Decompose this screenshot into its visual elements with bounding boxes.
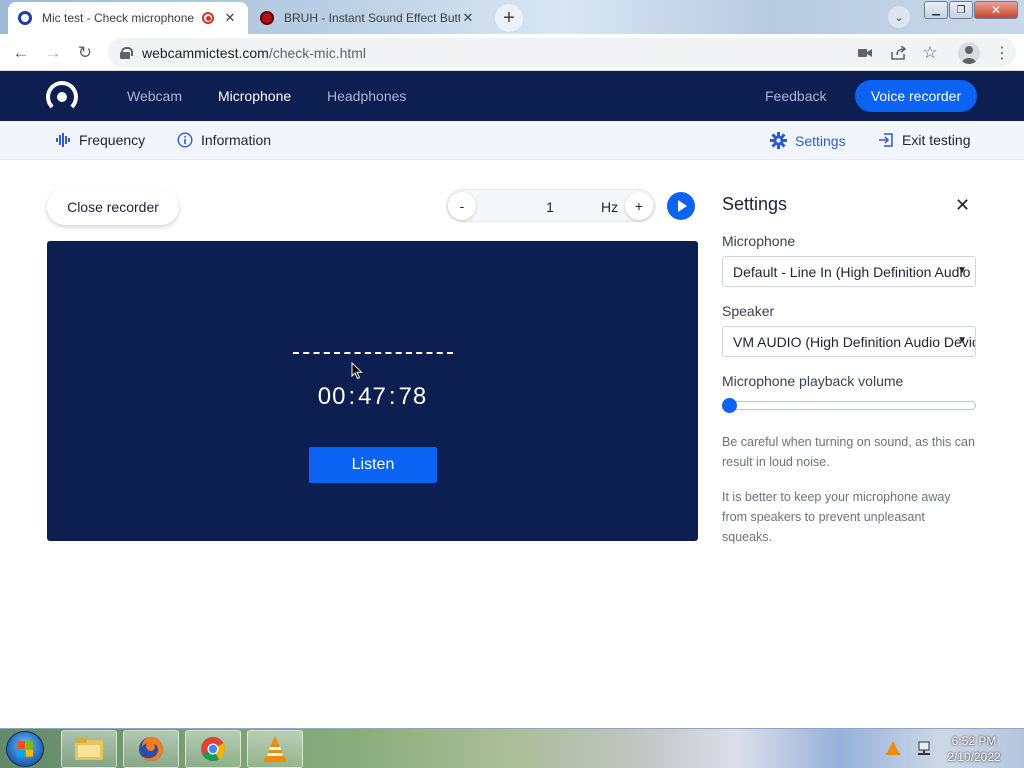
new-tab-button[interactable]: + bbox=[495, 4, 523, 32]
frequency-control: - 1 Hz + bbox=[446, 189, 656, 222]
share-icon[interactable] bbox=[889, 44, 907, 62]
url-host: webcammictest.com bbox=[142, 44, 269, 61]
chrome-icon[interactable] bbox=[185, 730, 241, 768]
site-favicon-icon bbox=[260, 11, 274, 25]
vlc-icon[interactable] bbox=[247, 730, 303, 768]
microphone-label: Microphone bbox=[722, 233, 796, 249]
settings-title: Settings bbox=[722, 194, 788, 214]
play-icon[interactable] bbox=[667, 192, 695, 220]
firefox-icon[interactable] bbox=[123, 730, 179, 768]
information-label: Information bbox=[201, 132, 272, 148]
url-path: /check-mic.html bbox=[268, 44, 367, 61]
gear-icon bbox=[770, 132, 787, 149]
nav-headphones[interactable]: Headphones bbox=[327, 88, 406, 104]
listen-button[interactable]: Listen bbox=[309, 447, 437, 483]
tab-bruh[interactable]: BRUH - Instant Sound Effect Button ✕ bbox=[250, 2, 486, 34]
exit-testing-label: Exit testing bbox=[902, 132, 971, 148]
back-button[interactable]: ← bbox=[10, 42, 32, 64]
nav-webcam[interactable]: Webcam bbox=[127, 88, 182, 104]
feedback-link[interactable]: Feedback bbox=[765, 88, 826, 104]
exit-testing-tab[interactable]: Exit testing bbox=[878, 132, 970, 148]
restore-button[interactable]: ❐ bbox=[949, 1, 973, 19]
bookmark-star-icon[interactable]: ☆ bbox=[921, 43, 939, 62]
minimize-button[interactable]: ▁ bbox=[924, 1, 948, 19]
sub-navigation: Frequency Information Settings Exit test… bbox=[0, 121, 1024, 160]
file-explorer-icon[interactable] bbox=[61, 730, 117, 768]
address-bar[interactable]: webcammictest.com/check-mic.html bbox=[108, 38, 1016, 67]
taskbar-clock[interactable]: 6:52 PM 2/10/2022 bbox=[944, 733, 1004, 765]
close-recorder-button[interactable]: Close recorder bbox=[47, 189, 179, 225]
recording-timer: 00:47:78 bbox=[47, 383, 698, 411]
nav-microphone[interactable]: Microphone bbox=[218, 88, 291, 104]
frequency-decrease-button[interactable]: - bbox=[448, 192, 476, 220]
speaker-select-value: VM AUDIO (High Definition Audio Device) bbox=[733, 333, 976, 350]
frequency-label: Frequency bbox=[79, 132, 146, 148]
browser-menu-icon[interactable]: ⋮ bbox=[994, 42, 1010, 64]
site-header: Webcam Microphone Headphones Feedback Vo… bbox=[0, 71, 1024, 121]
settings-close-icon[interactable]: ✕ bbox=[955, 195, 970, 216]
speaker-select[interactable]: VM AUDIO (High Definition Audio Device) … bbox=[722, 326, 976, 357]
chevron-down-icon: ▼ bbox=[957, 335, 967, 346]
clock-time: 6:52 PM bbox=[951, 734, 997, 748]
tab-close-icon[interactable]: ✕ bbox=[460, 10, 476, 26]
squeak-warning-note: It is better to keep your microphone awa… bbox=[722, 490, 951, 544]
profile-avatar[interactable] bbox=[958, 42, 980, 64]
reload-button[interactable]: ↻ bbox=[74, 42, 96, 64]
settings-label: Settings bbox=[795, 132, 846, 149]
sound-warning-note: Be careful when turning on sound, as thi… bbox=[722, 435, 975, 469]
recording-indicator-icon bbox=[202, 12, 214, 24]
site-favicon-icon bbox=[18, 11, 32, 25]
camera-icon[interactable] bbox=[856, 44, 874, 62]
timer-seconds: 47 bbox=[358, 383, 387, 410]
tab-search-button[interactable]: ⌄ bbox=[888, 6, 910, 28]
clock-date: 2/10/2022 bbox=[947, 750, 1001, 764]
timer-minutes: 00 bbox=[317, 383, 347, 410]
information-tab[interactable]: Information bbox=[177, 132, 271, 148]
exit-icon bbox=[878, 132, 894, 148]
network-icon[interactable] bbox=[916, 741, 932, 761]
voice-recorder-button[interactable]: Voice recorder bbox=[855, 80, 977, 112]
timer-separator: : bbox=[388, 383, 397, 410]
tab-title: Mic test - Check microphone bbox=[42, 11, 195, 25]
frequency-unit: Hz bbox=[601, 199, 619, 215]
forward-button[interactable]: → bbox=[42, 42, 64, 64]
avatar-head bbox=[965, 46, 973, 54]
tab-mic-test[interactable]: Mic test - Check microphone ✕ bbox=[8, 2, 248, 34]
frequency-value[interactable]: 1 bbox=[535, 199, 565, 215]
playback-volume-label: Microphone playback volume bbox=[722, 373, 904, 389]
microphone-select-value: Default - Line In (High Definition Audio… bbox=[733, 263, 975, 280]
frequency-tab[interactable]: Frequency bbox=[56, 132, 145, 148]
avatar-body bbox=[962, 58, 976, 64]
site-logo-icon[interactable] bbox=[46, 81, 78, 113]
frequency-increase-button[interactable]: + bbox=[625, 192, 653, 220]
playback-volume-slider[interactable] bbox=[725, 401, 976, 410]
settings-tab[interactable]: Settings bbox=[770, 132, 846, 149]
speaker-label: Speaker bbox=[722, 303, 775, 319]
windows-logo-icon bbox=[17, 740, 33, 758]
vlc-tray-icon[interactable] bbox=[886, 741, 900, 760]
timer-centiseconds: 78 bbox=[398, 383, 428, 410]
lock-icon[interactable] bbox=[120, 46, 133, 59]
browser-toolbar: ← → ↻ webcammictest.com/check-mic.html ☆ bbox=[0, 34, 1024, 71]
chevron-down-icon: ▼ bbox=[957, 265, 967, 276]
playback-volume-thumb[interactable] bbox=[722, 398, 737, 413]
info-icon bbox=[177, 132, 193, 148]
start-button[interactable] bbox=[6, 731, 44, 767]
recorder-panel: 00:47:78 Listen bbox=[47, 241, 698, 541]
windows-taskbar: 6:52 PM 2/10/2022 bbox=[0, 728, 1024, 768]
timer-separator: : bbox=[348, 383, 357, 410]
browser-tab-strip: Mic test - Check microphone ✕ BRUH - Ins… bbox=[0, 0, 1024, 34]
waveform-line bbox=[293, 352, 453, 354]
sound-wave-icon bbox=[56, 133, 71, 147]
tab-close-icon[interactable]: ✕ bbox=[222, 10, 238, 26]
window-close-button[interactable]: ✕ bbox=[974, 1, 1018, 19]
tab-title: BRUH - Instant Sound Effect Button bbox=[284, 11, 460, 25]
window-controls: ▁ ❐ ✕ bbox=[924, 1, 1019, 19]
microphone-select[interactable]: Default - Line In (High Definition Audio… bbox=[722, 256, 976, 287]
